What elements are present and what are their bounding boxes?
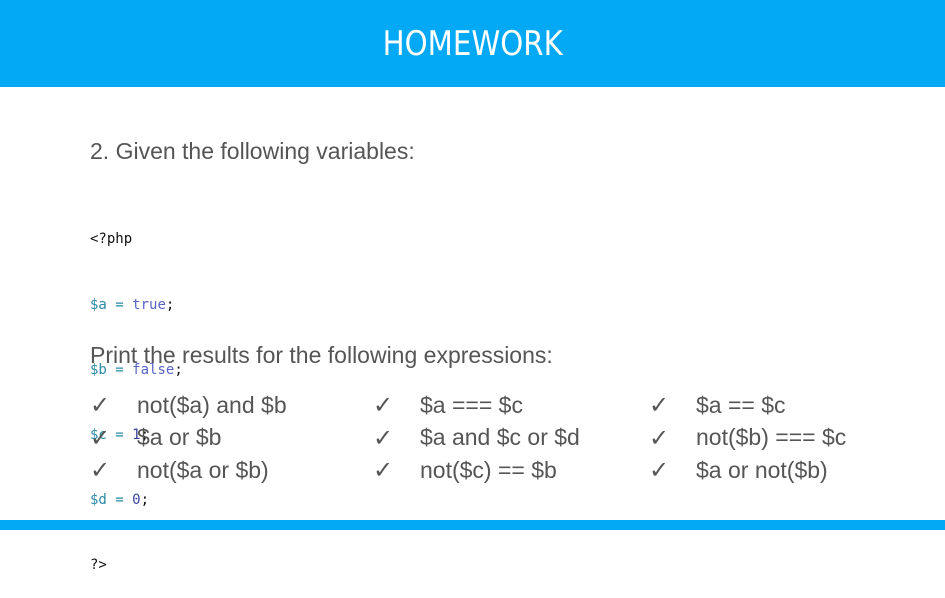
expression-text: not($a) and $b [137,391,287,418]
expression-text: not($c) == $b [420,456,557,483]
expression-text: $a == $c [696,391,786,418]
expression-item: ✓ $a == $c [649,389,846,422]
code-open-tag: <?php [90,231,133,248]
expression-text: $a or not($b) [696,456,828,483]
checkmark-icon: ✓ [90,456,111,485]
checkmark-icon: ✓ [90,391,111,420]
code-line: $a = true; [90,295,183,317]
checkmark-icon: ✓ [90,423,111,452]
code-value: 0 [132,491,141,508]
expression-item: ✓ not($b) === $c [649,422,846,455]
code-terminator: ; [140,491,150,508]
code-variable: $a [90,296,107,313]
checkmark-icon: ✓ [373,456,394,485]
code-line: $d = 0; [90,490,183,512]
expression-item: ✓ not($a) and $b [90,389,287,422]
expression-text: not($b) === $c [696,424,847,451]
expression-item: ✓ $a or $b [90,422,287,455]
expression-column-3: ✓ $a == $c ✓ not($b) === $c ✓ $a or not($b) [649,389,846,487]
expression-item: ✓ $a and $c or $d [373,422,580,455]
expression-item: ✓ $a === $c [373,389,580,422]
expression-text: $a and $c or $d [420,424,580,451]
code-operator: = [106,491,133,508]
slide-title: HOMEWORK [382,23,563,64]
intro-text: 2. Given the following variables: [90,138,415,164]
expression-column-1: ✓ not($a) and $b ✓ $a or $b ✓ not($a or $b) [90,389,287,487]
title-bar: HOMEWORK [0,0,945,87]
checkmark-icon: ✓ [373,391,394,420]
code-value: true [132,296,166,313]
code-close-tag: ?> [90,556,107,573]
expressions-heading: Print the results for the following expr… [90,342,553,368]
checkmark-icon: ✓ [373,423,394,452]
code-terminator: ; [165,296,175,313]
expression-item: ✓ $a or not($b) [649,454,846,487]
code-variable: $d [90,491,107,508]
expression-text: $a or $b [137,424,222,451]
expression-column-2: ✓ $a === $c ✓ $a and $c or $d ✓ not($c) == … [373,389,580,487]
expression-text: not($a or $b) [137,456,269,483]
footer-bar [0,520,945,530]
checkmark-icon: ✓ [649,391,670,420]
checkmark-icon: ✓ [649,423,670,452]
expression-item: ✓ not($c) == $b [373,454,580,487]
checkmark-icon: ✓ [649,456,670,485]
code-operator: = [106,296,133,313]
expression-item: ✓ not($a or $b) [90,454,287,487]
expression-text: $a === $c [420,391,523,418]
